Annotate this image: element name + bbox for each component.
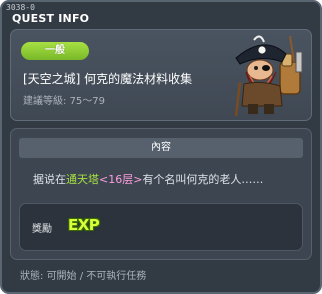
category-badge: 一般	[21, 42, 89, 60]
reward-label: 獎勵	[32, 224, 52, 235]
quest-header-panel: 一般 [天空之城] 何克的魔法材料收集 建議等級: 75～79	[10, 29, 312, 121]
pirate-npc-portrait-icon	[234, 35, 303, 117]
quest-status: 狀態: 可開始 / 不可執行任務	[20, 267, 146, 282]
status-label: 狀態:	[20, 271, 44, 282]
status-value: 可開始 / 不可執行任務	[46, 271, 147, 282]
recommended-level: 建議等級: 75～79	[23, 92, 105, 107]
quest-description: 据说在通天塔<16层>有个名叫何克的老人……	[33, 171, 263, 187]
level-label: 建議等級:	[23, 96, 67, 107]
exp-reward-icon: EXP	[68, 216, 100, 234]
quest-info-window: 3038-0 QUEST INFO 一般 [天空之城] 何克的魔法材料收集 建議…	[0, 0, 322, 294]
level-range: 75～79	[69, 96, 106, 107]
window-title: QUEST INFO	[12, 12, 90, 25]
content-section-header: 內容	[19, 138, 303, 158]
desc-suffix: 有个名叫何克的老人……	[142, 173, 264, 186]
quest-id: 3038-0	[6, 3, 35, 12]
desc-floor: <16层>	[99, 173, 143, 186]
reward-box: 獎勵 EXP	[19, 203, 303, 251]
desc-prefix: 据说在	[33, 173, 66, 186]
quest-name: [天空之城] 何克的魔法材料收集	[23, 72, 193, 86]
quest-content-panel: 內容 据说在通天塔<16层>有个名叫何克的老人…… 獎勵 EXP	[10, 128, 312, 260]
desc-place: 通天塔	[66, 173, 99, 186]
